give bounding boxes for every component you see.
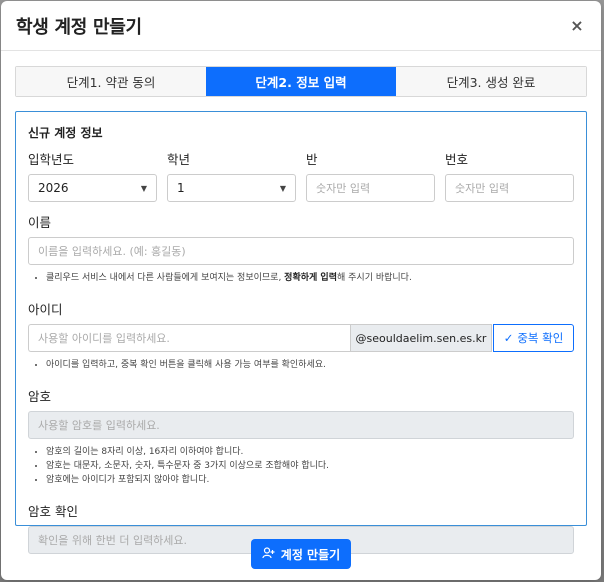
id-label: 아이디 — [28, 302, 63, 317]
duplicate-check-label: 중복 확인 — [517, 331, 564, 345]
class-input[interactable]: 숫자만 입력 — [306, 174, 435, 202]
id-domain-suffix: @seouldaelim.sen.es.kr — [350, 324, 492, 352]
number-label: 번호 — [445, 152, 469, 167]
add-user-icon — [262, 546, 275, 562]
grade-value: 1 — [177, 181, 185, 195]
id-help-item: 아이디를 입력하고, 중복 확인 버튼을 클릭해 사용 가능 여부를 확인하세요… — [46, 358, 574, 372]
create-account-button[interactable]: 계정 만들기 — [251, 539, 351, 569]
close-icon: × — [570, 16, 584, 35]
create-account-label: 계정 만들기 — [280, 547, 341, 562]
name-input[interactable]: 이름을 입력하세요. (예: 홍길동) — [28, 237, 574, 265]
id-input[interactable]: 사용할 아이디를 입력하세요. — [28, 324, 350, 352]
password-help-item: 암호의 길이는 8자리 이상, 16자리 이하여야 합니다. — [46, 445, 574, 459]
password-confirm-label: 암호 확인 — [28, 504, 78, 519]
check-icon: ✓ — [503, 331, 514, 345]
name-help: 클리우드 서비스 내에서 다른 사람들에게 보여지는 정보이므로, 정확하게 입… — [46, 271, 574, 285]
name-help-item: 클리우드 서비스 내에서 다른 사람들에게 보여지는 정보이므로, 정확하게 입… — [46, 271, 574, 285]
id-input-group: 사용할 아이디를 입력하세요. @seouldaelim.sen.es.kr ✓… — [28, 324, 574, 352]
modal-header: 학생 계정 만들기 × — [1, 1, 601, 51]
name-label: 이름 — [28, 215, 52, 230]
password-help-item: 암호에는 아이디가 포함되지 않아야 합니다. — [46, 473, 574, 487]
step-3-complete: 단계3. 생성 완료 — [396, 67, 586, 96]
grade-select[interactable]: 1 ▼ — [167, 174, 296, 202]
grade-label: 학년 — [167, 152, 191, 167]
year-value: 2026 — [38, 181, 69, 195]
chevron-down-icon: ▼ — [140, 183, 147, 193]
modal-title: 학생 계정 만들기 — [16, 16, 142, 38]
class-label: 반 — [306, 152, 318, 167]
step-1-terms: 단계1. 약관 동의 — [16, 67, 206, 96]
year-label: 입학년도 — [28, 152, 75, 167]
create-account-modal: 학생 계정 만들기 × 단계1. 약관 동의 단계2. 정보 입력 단계3. 생… — [1, 1, 601, 580]
duplicate-check-button[interactable]: ✓ 중복 확인 — [493, 324, 574, 352]
year-select[interactable]: 2026 ▼ — [28, 174, 157, 202]
step-indicator: 단계1. 약관 동의 단계2. 정보 입력 단계3. 생성 완료 — [15, 66, 587, 97]
password-input[interactable]: 사용할 암호를 입력하세요. — [28, 411, 574, 439]
password-help: 암호의 길이는 8자리 이상, 16자리 이하여야 합니다. 암호는 대문자, … — [46, 445, 574, 487]
step-2-info: 단계2. 정보 입력 — [206, 67, 396, 96]
id-help: 아이디를 입력하고, 중복 확인 버튼을 클릭해 사용 가능 여부를 확인하세요… — [46, 358, 574, 372]
chevron-down-icon: ▼ — [279, 183, 286, 193]
password-label: 암호 — [28, 389, 52, 404]
password-help-item: 암호는 대문자, 소문자, 숫자, 특수문자 중 3가지 이상으로 조합해야 합… — [46, 459, 574, 473]
close-button[interactable]: × — [567, 16, 587, 36]
number-input[interactable]: 숫자만 입력 — [445, 174, 574, 202]
modal-footer: 계정 만들기 — [1, 539, 601, 569]
account-form: 신규 계정 정보 입학년도 2026 ▼ 학년 1 ▼ 반 숫자만 입력 번호 … — [15, 111, 587, 554]
section-title: 신규 계정 정보 — [28, 126, 103, 140]
